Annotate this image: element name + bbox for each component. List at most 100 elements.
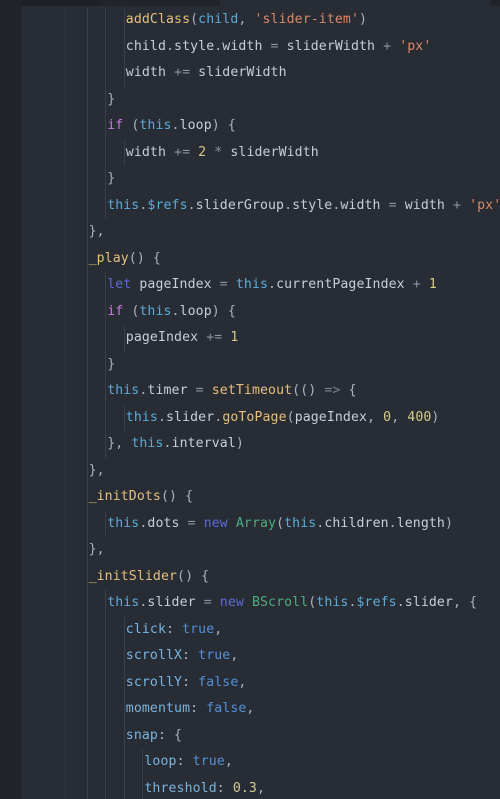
code-line[interactable]: snap: { bbox=[66, 722, 500, 749]
code-line[interactable]: if (this.loop) { bbox=[66, 298, 500, 325]
code-line[interactable]: addClass(child, 'slider-item') bbox=[66, 7, 500, 34]
code-line[interactable]: } bbox=[66, 166, 500, 193]
code-line[interactable]: }, bbox=[66, 537, 500, 564]
code-token: BScroll bbox=[251, 595, 309, 610]
code-token: } bbox=[107, 356, 116, 372]
code-line[interactable]: width += 2 * sliderWidth bbox=[66, 139, 500, 166]
code-editor[interactable]: addClass(child, 'slider-item') child.styl… bbox=[23, 6, 500, 799]
code-line-text: } bbox=[66, 357, 115, 372]
code-token: ) bbox=[431, 409, 440, 425]
code-line[interactable]: } bbox=[66, 86, 500, 113]
code-line[interactable]: this.$refs.sliderGroup.style.width = wid… bbox=[66, 192, 500, 219]
editor-tab-bar[interactable] bbox=[0, 0, 500, 6]
code-line[interactable]: this.timer = setTimeout(() => { bbox=[66, 378, 500, 405]
code-line-text: loop: true, bbox=[66, 754, 233, 769]
code-line[interactable]: scrollX: true, bbox=[66, 643, 500, 670]
tab-segment-3[interactable] bbox=[102, 0, 220, 6]
code-line[interactable]: if (this.loop) { bbox=[66, 113, 500, 140]
code-line[interactable]: threshold: 0.3, bbox=[66, 775, 500, 799]
activity-bar[interactable] bbox=[0, 6, 22, 799]
tab-segment-5[interactable] bbox=[490, 0, 500, 6]
code-token: ( bbox=[286, 409, 295, 425]
code-line[interactable]: width += sliderWidth bbox=[66, 60, 500, 87]
code-token: : bbox=[182, 648, 199, 663]
code-line[interactable]: _initSlider() { bbox=[66, 563, 500, 590]
code-token: scrollY bbox=[125, 674, 183, 690]
code-line[interactable]: loop: true, bbox=[66, 749, 500, 776]
code-token: children bbox=[324, 515, 389, 531]
code-token: width bbox=[125, 144, 175, 160]
code-content[interactable]: addClass(child, 'slider-item') child.styl… bbox=[66, 6, 500, 799]
code-token: ) { bbox=[211, 303, 236, 319]
code-line[interactable]: }, this.interval) bbox=[66, 431, 500, 458]
code-token: width bbox=[222, 38, 271, 54]
code-token: , bbox=[230, 648, 239, 663]
tab-segment-2[interactable] bbox=[22, 0, 102, 6]
code-token: let bbox=[107, 277, 140, 292]
code-line-text: this.slider.goToPage(pageIndex, 0, 400) bbox=[66, 409, 440, 425]
code-line[interactable]: let pageIndex = this.currentPageIndex + … bbox=[66, 272, 500, 299]
code-line[interactable]: this.slider.goToPage(pageIndex, 0, 400) bbox=[66, 404, 500, 431]
code-token: this bbox=[235, 277, 269, 292]
code-token: slider bbox=[166, 409, 215, 425]
code-line-text: momentum: false, bbox=[66, 701, 255, 716]
code-token: () { bbox=[177, 568, 210, 584]
code-token: : bbox=[176, 754, 193, 769]
code-token: { bbox=[348, 383, 357, 398]
tab-segment-1[interactable] bbox=[0, 0, 22, 6]
code-token: 1 bbox=[428, 277, 437, 292]
code-line-text: click: true, bbox=[66, 622, 222, 637]
code-token: this bbox=[284, 515, 317, 531]
code-token: }, bbox=[88, 224, 105, 239]
code-token: => bbox=[324, 383, 349, 398]
code-line-text: let pageIndex = this.currentPageIndex + … bbox=[66, 277, 437, 292]
code-line-text: scrollX: true, bbox=[66, 648, 238, 663]
code-token: = bbox=[388, 197, 405, 213]
code-token: sliderWidth bbox=[230, 144, 319, 160]
code-line-text: }, bbox=[66, 463, 105, 478]
code-token: . bbox=[163, 436, 172, 451]
code-line[interactable]: _play() { bbox=[66, 245, 500, 272]
code-line[interactable]: } bbox=[66, 351, 500, 378]
code-token: this bbox=[316, 595, 349, 610]
code-line[interactable]: }, bbox=[66, 457, 500, 484]
code-line-text: } bbox=[66, 171, 115, 186]
code-line[interactable]: momentum: false, bbox=[66, 696, 500, 723]
code-token: style bbox=[292, 197, 333, 213]
code-token: addClass bbox=[125, 12, 191, 27]
code-line-text: width += 2 * sliderWidth bbox=[66, 145, 319, 160]
editor-gutter[interactable] bbox=[23, 6, 65, 799]
code-token: pageIndex bbox=[125, 330, 207, 345]
code-line-text: this.slider = new BScroll(this.$refs.sli… bbox=[66, 595, 477, 610]
tab-segment-4[interactable] bbox=[220, 0, 490, 6]
code-line[interactable]: this.slider = new BScroll(this.$refs.sli… bbox=[66, 590, 500, 617]
code-token: true bbox=[198, 648, 231, 663]
code-token: threshold bbox=[144, 780, 217, 796]
code-token: }, bbox=[107, 436, 132, 451]
code-token: () { bbox=[128, 250, 161, 266]
code-token: currentPageIndex bbox=[276, 277, 413, 292]
code-line[interactable]: pageIndex += 1 bbox=[66, 325, 500, 352]
code-line[interactable]: }, bbox=[66, 219, 500, 246]
code-line[interactable]: child.style.width = sliderWidth + 'px' bbox=[66, 33, 500, 60]
code-line[interactable]: this.dots = new Array(this.children.leng… bbox=[66, 510, 500, 537]
code-line-text: snap: { bbox=[66, 728, 182, 743]
code-token: : bbox=[182, 674, 199, 690]
code-token: snap bbox=[125, 727, 158, 743]
code-token: . bbox=[166, 38, 175, 54]
code-token: this bbox=[107, 383, 140, 398]
code-token: . bbox=[268, 277, 277, 292]
code-token: this bbox=[107, 595, 140, 610]
code-token: setTimeout bbox=[211, 383, 293, 398]
code-token: _initSlider bbox=[88, 568, 178, 584]
code-line[interactable]: scrollY: false, bbox=[66, 669, 500, 696]
code-token: timer bbox=[147, 383, 196, 398]
code-token: length bbox=[396, 515, 445, 531]
code-line[interactable]: click: true, bbox=[66, 616, 500, 643]
code-token: _initDots bbox=[88, 489, 161, 504]
code-token: interval bbox=[171, 436, 236, 451]
code-token: false bbox=[206, 701, 247, 716]
code-token: sliderWidth bbox=[286, 38, 384, 54]
code-token: . bbox=[348, 595, 357, 610]
code-line[interactable]: _initDots() { bbox=[66, 484, 500, 511]
